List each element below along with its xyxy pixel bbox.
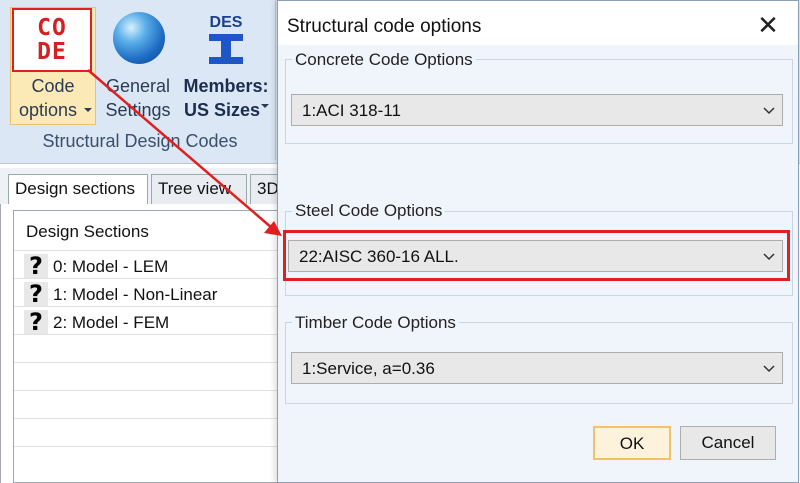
annotation-arrow <box>87 69 282 236</box>
